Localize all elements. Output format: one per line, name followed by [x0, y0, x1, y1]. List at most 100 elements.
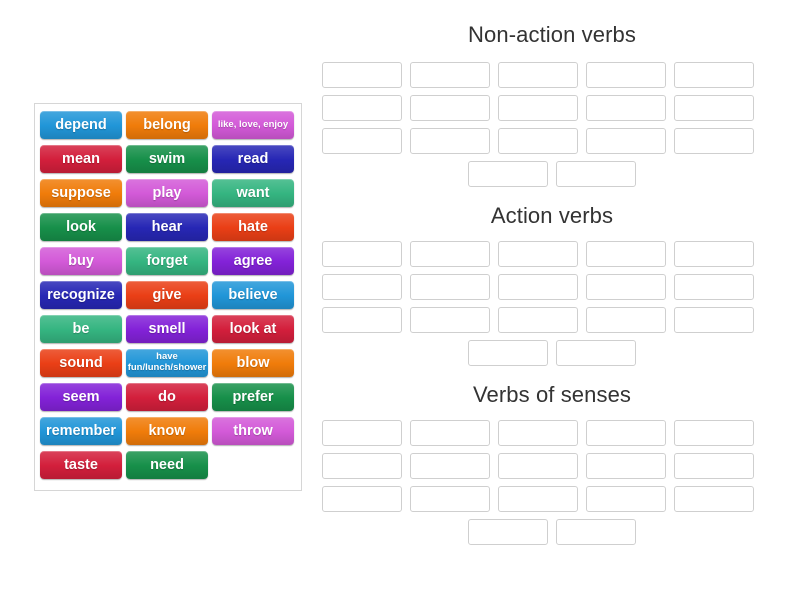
word-tile[interactable]: believe: [212, 281, 294, 309]
drop-slot[interactable]: [468, 340, 548, 366]
drop-slot[interactable]: [498, 241, 578, 267]
word-tile[interactable]: need: [126, 451, 208, 479]
drop-slot[interactable]: [410, 274, 490, 300]
drop-group: Verbs of senses: [318, 382, 786, 545]
word-tile[interactable]: remember: [40, 417, 122, 445]
word-tile[interactable]: want: [212, 179, 294, 207]
drop-slot[interactable]: [674, 486, 754, 512]
drop-slot[interactable]: [322, 62, 402, 88]
slot-row: [318, 161, 786, 187]
drop-slot[interactable]: [498, 95, 578, 121]
word-tile[interactable]: hear: [126, 213, 208, 241]
word-tile[interactable]: sound: [40, 349, 122, 377]
word-tile[interactable]: prefer: [212, 383, 294, 411]
drop-slot[interactable]: [556, 340, 636, 366]
drop-slot[interactable]: [674, 241, 754, 267]
slot-row: [318, 62, 786, 88]
word-tile-grid: depend belong like, love, enjoy mean swim rea…: [38, 108, 298, 482]
drop-slot[interactable]: [498, 453, 578, 479]
word-tile[interactable]: forget: [126, 247, 208, 275]
drop-slot[interactable]: [322, 307, 402, 333]
drop-slot[interactable]: [674, 274, 754, 300]
drop-slot[interactable]: [410, 307, 490, 333]
word-tile[interactable]: throw: [212, 417, 294, 445]
word-tile[interactable]: do: [126, 383, 208, 411]
drop-slot[interactable]: [586, 62, 666, 88]
drop-slot[interactable]: [410, 486, 490, 512]
drop-slot[interactable]: [498, 274, 578, 300]
word-tile[interactable]: look at: [212, 315, 294, 343]
drop-slot[interactable]: [322, 95, 402, 121]
drop-slot[interactable]: [674, 128, 754, 154]
drop-group: Action verbs: [318, 203, 786, 366]
word-tile[interactable]: read: [212, 145, 294, 173]
drop-slot[interactable]: [498, 62, 578, 88]
word-bank-panel: depend belong like, love, enjoy mean swim rea…: [34, 103, 302, 491]
drop-slot[interactable]: [586, 95, 666, 121]
word-tile[interactable]: know: [126, 417, 208, 445]
word-tile[interactable]: taste: [40, 451, 122, 479]
slot-row: [318, 453, 786, 479]
word-tile-empty: [212, 451, 294, 479]
word-tile[interactable]: have fun/lunch/shower: [126, 349, 208, 377]
drop-slot[interactable]: [410, 420, 490, 446]
word-tile[interactable]: like, love, enjoy: [212, 111, 294, 139]
word-tile[interactable]: agree: [212, 247, 294, 275]
word-tile[interactable]: smell: [126, 315, 208, 343]
drop-slot[interactable]: [586, 420, 666, 446]
drop-slot[interactable]: [410, 62, 490, 88]
drop-slot[interactable]: [322, 274, 402, 300]
word-tile[interactable]: give: [126, 281, 208, 309]
word-tile[interactable]: mean: [40, 145, 122, 173]
drop-slot[interactable]: [498, 420, 578, 446]
drop-slot[interactable]: [322, 241, 402, 267]
word-tile[interactable]: seem: [40, 383, 122, 411]
drop-slot[interactable]: [322, 420, 402, 446]
drop-slot[interactable]: [322, 128, 402, 154]
drop-slot[interactable]: [410, 453, 490, 479]
slot-row: [318, 340, 786, 366]
word-tile[interactable]: depend: [40, 111, 122, 139]
drop-slot[interactable]: [410, 95, 490, 121]
word-tile[interactable]: recognize: [40, 281, 122, 309]
slot-row: [318, 274, 786, 300]
drop-slot[interactable]: [468, 519, 548, 545]
drop-slot[interactable]: [674, 62, 754, 88]
group-title: Action verbs: [490, 203, 614, 228]
drop-slot[interactable]: [586, 241, 666, 267]
drop-slot[interactable]: [586, 453, 666, 479]
word-tile[interactable]: buy: [40, 247, 122, 275]
drop-slot[interactable]: [410, 241, 490, 267]
drop-slot[interactable]: [586, 274, 666, 300]
drop-slot[interactable]: [674, 307, 754, 333]
drop-slot[interactable]: [556, 519, 636, 545]
slot-row: [318, 307, 786, 333]
drop-slot[interactable]: [498, 128, 578, 154]
drop-slot[interactable]: [498, 307, 578, 333]
drop-slot[interactable]: [322, 486, 402, 512]
drop-slot[interactable]: [674, 95, 754, 121]
drop-slot[interactable]: [410, 128, 490, 154]
slot-row: [318, 241, 786, 267]
word-tile[interactable]: look: [40, 213, 122, 241]
drop-groups: Non-action verbs Action verbs Verbs of sen…: [318, 22, 786, 553]
drop-slot[interactable]: [674, 453, 754, 479]
word-tile[interactable]: be: [40, 315, 122, 343]
word-tile[interactable]: suppose: [40, 179, 122, 207]
drop-slot[interactable]: [556, 161, 636, 187]
drop-slot[interactable]: [586, 128, 666, 154]
drop-slot[interactable]: [498, 486, 578, 512]
slot-row: [318, 486, 786, 512]
slot-row: [318, 519, 786, 545]
word-tile[interactable]: play: [126, 179, 208, 207]
drop-slot[interactable]: [674, 420, 754, 446]
drop-slot[interactable]: [586, 486, 666, 512]
word-tile[interactable]: blow: [212, 349, 294, 377]
drop-slot[interactable]: [468, 161, 548, 187]
drop-slot[interactable]: [586, 307, 666, 333]
slot-row: [318, 420, 786, 446]
word-tile[interactable]: swim: [126, 145, 208, 173]
word-tile[interactable]: belong: [126, 111, 208, 139]
drop-slot[interactable]: [322, 453, 402, 479]
word-tile[interactable]: hate: [212, 213, 294, 241]
